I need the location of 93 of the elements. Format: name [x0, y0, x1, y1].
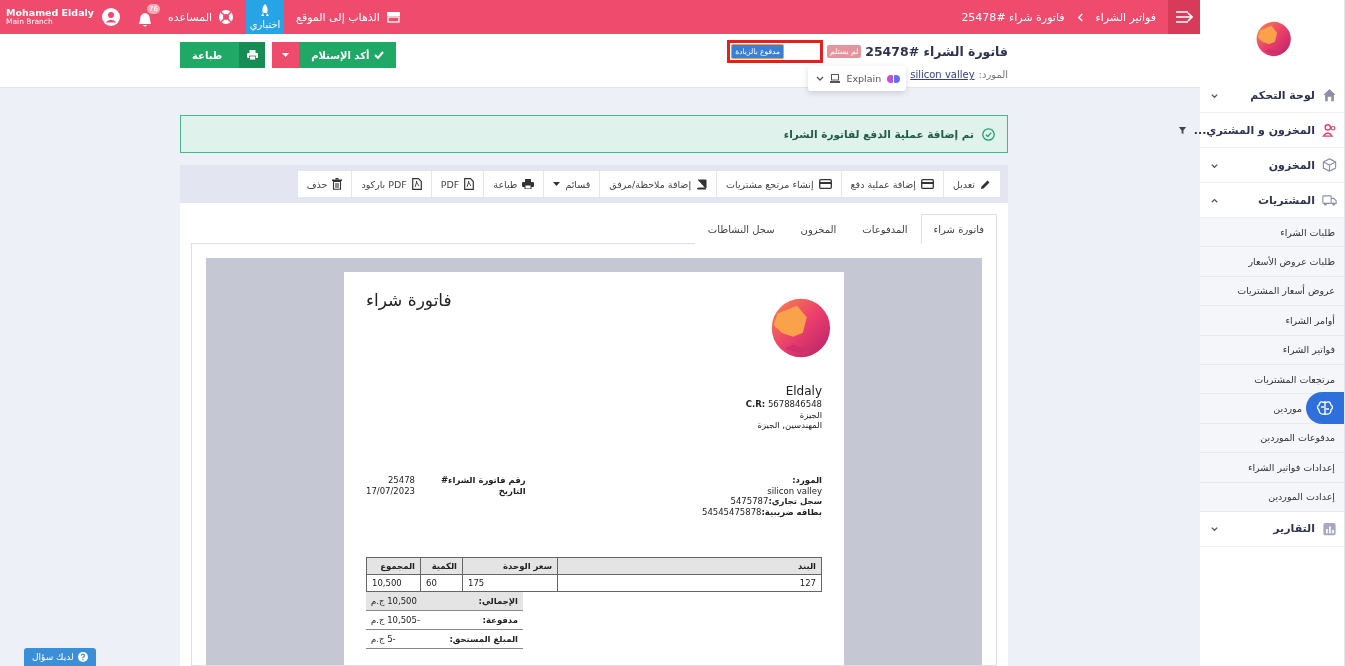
question-icon	[77, 652, 88, 662]
toolbar-button[interactable]: إنشاء مرتجع مشتريات	[717, 171, 841, 197]
total-label: المبلغ المستحق:	[433, 629, 523, 649]
sidebar-item-label: المشتريات	[1256, 193, 1315, 207]
chevron-down-icon	[816, 76, 825, 81]
toolbar-button[interactable]: طباعة	[484, 171, 544, 197]
column-header: البند	[557, 557, 822, 575]
table-cell: 175	[462, 574, 558, 592]
meta-value: 25478	[386, 474, 415, 486]
company-address: الجيزة	[799, 409, 822, 421]
sidebar-item-label: المخزون و المشتري...	[1193, 123, 1315, 137]
sidebar-item-label: المخزون	[1267, 158, 1315, 172]
table-cell: 10,500	[366, 574, 421, 592]
submenu-item[interactable]: عروض أسعار المشتريات	[1237, 285, 1335, 297]
supplier-label: المورد:	[978, 69, 1008, 80]
column-header: سعر الوحدة	[462, 557, 558, 575]
total-value: 10,500 ج.م	[366, 592, 434, 611]
user-name[interactable]: Mohamed Eldaly	[6, 7, 94, 19]
supplier-name: silicon valley	[766, 485, 822, 497]
brain-icon	[887, 72, 901, 85]
submenu-item[interactable]: مدفوعات الموردين	[1260, 432, 1335, 444]
caret-icon	[553, 182, 561, 186]
column-header: الكمية	[420, 557, 463, 575]
breadcrumb-chevron-icon	[1076, 12, 1084, 22]
submenu-item[interactable]: طلبات الشراء	[1280, 226, 1335, 238]
toolbar-button[interactable]: PDF	[431, 171, 484, 197]
table-cell: 127	[557, 574, 822, 592]
submenu-item[interactable]: موردين	[1273, 403, 1302, 415]
breadcrumb-current: فاتورة شراء #25478	[961, 10, 1065, 24]
sidebar-toggle-button[interactable]	[1168, 0, 1200, 34]
printer-icon	[522, 179, 535, 189]
menu-arrow-icon	[1175, 11, 1193, 23]
total-value: -10,505 ج.م	[366, 610, 434, 630]
filter-icon[interactable]	[1177, 125, 1187, 135]
toolbar-button[interactable]: حذف	[297, 171, 352, 197]
company-name: Eldaly	[785, 384, 822, 399]
submenu-item[interactable]: طلبات عروض الأسعار	[1248, 256, 1335, 268]
bell-icon	[138, 12, 152, 28]
help-link[interactable]: المساعده	[160, 9, 243, 25]
site-link[interactable]: الذهاب إلى الموقع	[288, 10, 409, 24]
toolbar-button[interactable]: PDF باركود	[352, 171, 431, 197]
truck-icon	[1322, 193, 1337, 207]
company-registration: C.R: 5678846548	[745, 399, 822, 410]
total-label: مدفوعة:	[433, 610, 523, 630]
column-header: المجموع	[366, 557, 421, 575]
brain-button[interactable]	[1306, 392, 1344, 425]
credit-card-icon	[920, 179, 934, 189]
check-icon	[374, 51, 385, 59]
laptop-icon	[830, 74, 841, 83]
user-avatar-icon[interactable]	[102, 8, 120, 26]
tab[interactable]: فاتورة شراء	[920, 214, 997, 244]
meta-label: رقم فاتورة الشراء#	[441, 474, 526, 486]
alert-message: تم إضافة عملية الدفع لفاتورة الشراء	[783, 128, 974, 140]
lifebuoy-icon	[218, 9, 235, 25]
toolbar-button[interactable]: إضافة ملاحظة/مرفق	[600, 171, 717, 197]
toolbar-button[interactable]: إضافة عملية دفع	[841, 171, 943, 197]
rocket-icon	[260, 4, 271, 17]
bar-chart-icon	[1322, 521, 1337, 536]
printer-icon	[246, 50, 258, 60]
box-icon	[1322, 158, 1337, 172]
breadcrumb-link[interactable]: فواتير الشراء	[1095, 10, 1156, 24]
total-value: -5 ج.م	[366, 629, 434, 649]
credit-card-icon	[818, 179, 832, 189]
pdf-file-icon	[464, 178, 475, 190]
meta-value: 17/07/2023	[366, 485, 415, 497]
dropdown-button[interactable]	[272, 42, 300, 68]
supplier-heading: المورد:	[791, 474, 822, 486]
store-icon	[385, 11, 401, 23]
toolbar-button[interactable]: قسائم	[544, 171, 600, 197]
brain-icon	[1316, 400, 1334, 417]
explain-dropdown[interactable]: Explain	[808, 66, 907, 91]
submenu-item[interactable]: فواتير الشراء	[1282, 344, 1335, 356]
users-icon	[1322, 123, 1337, 137]
check-circle-icon	[982, 127, 995, 141]
supplier-link[interactable]: silicon valley	[910, 69, 975, 80]
caret-icon	[282, 53, 290, 57]
sidebar-item-label: التقارير	[1271, 522, 1315, 536]
submenu-item[interactable]: مرتجعات المشتريات	[1254, 373, 1335, 385]
submenu-item[interactable]: أوامر الشراء	[1285, 314, 1335, 326]
pdf-file-icon	[411, 178, 422, 190]
toolbar-button[interactable]: تعديل	[943, 171, 1000, 197]
meta-label: التاريخ	[498, 485, 526, 497]
company-address: المهندسين, الجيزة	[757, 420, 822, 431]
document-title: فاتورة شراء	[366, 290, 452, 310]
home-icon	[1322, 88, 1337, 102]
pencil-icon	[980, 178, 991, 190]
total-label: الإجمالي:	[433, 592, 523, 611]
submenu-item[interactable]: إعدادات فواتير الشراء	[1248, 461, 1335, 473]
page-title: فاتورة الشراء #25478	[865, 44, 1008, 59]
table-cell: 60	[420, 574, 463, 592]
submenu-item[interactable]: إعدادت الموردين	[1268, 491, 1335, 503]
sidebar-item-label: لوحة التحكم	[1249, 88, 1315, 102]
trash-icon	[332, 178, 343, 190]
